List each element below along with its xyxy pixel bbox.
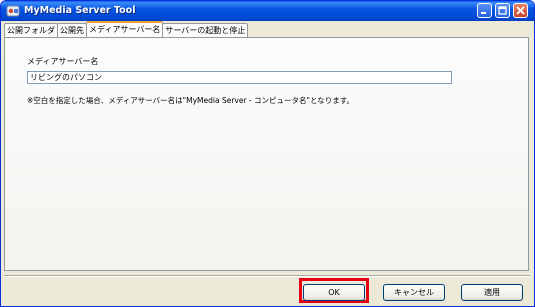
maximize-icon bbox=[498, 6, 507, 15]
maximize-button[interactable] bbox=[495, 3, 510, 18]
apply-button[interactable]: 適用 bbox=[461, 284, 523, 301]
minimize-button[interactable] bbox=[477, 3, 492, 18]
server-name-input[interactable]: リビングのパソコン bbox=[27, 71, 452, 84]
tab-panel: メディアサーバー名 リビングのパソコン ※空白を指定した場合、メディアサーバー名… bbox=[4, 37, 529, 271]
cancel-button[interactable]: キャンセル bbox=[383, 284, 445, 301]
ok-button[interactable]: OK bbox=[303, 284, 365, 301]
tab-strip: 公開フォルダ 公開先 メディアサーバー名 サーバーの起動と停止 bbox=[4, 21, 249, 37]
server-name-note: ※空白を指定した場合、メディアサーバー名は"MyMedia Server - コ… bbox=[27, 96, 354, 105]
footer-divider bbox=[4, 275, 530, 277]
server-name-label: メディアサーバー名 bbox=[27, 57, 99, 66]
tab-server-start-stop[interactable]: サーバーの起動と停止 bbox=[162, 23, 249, 37]
close-button[interactable] bbox=[513, 3, 528, 18]
minimize-icon bbox=[481, 12, 486, 14]
tab-publish-target[interactable]: 公開先 bbox=[57, 23, 87, 37]
app-window: MyMedia Server Tool 公開フォルダ 公開先 メディアサーバー名 サー… bbox=[0, 0, 535, 307]
close-icon bbox=[516, 6, 525, 15]
title-bar[interactable]: MyMedia Server Tool bbox=[1, 1, 534, 21]
tab-media-server-name[interactable]: メディアサーバー名 bbox=[86, 21, 164, 37]
tab-public-folder[interactable]: 公開フォルダ bbox=[4, 23, 58, 37]
app-icon bbox=[6, 5, 20, 17]
window-title: MyMedia Server Tool bbox=[24, 5, 136, 16]
